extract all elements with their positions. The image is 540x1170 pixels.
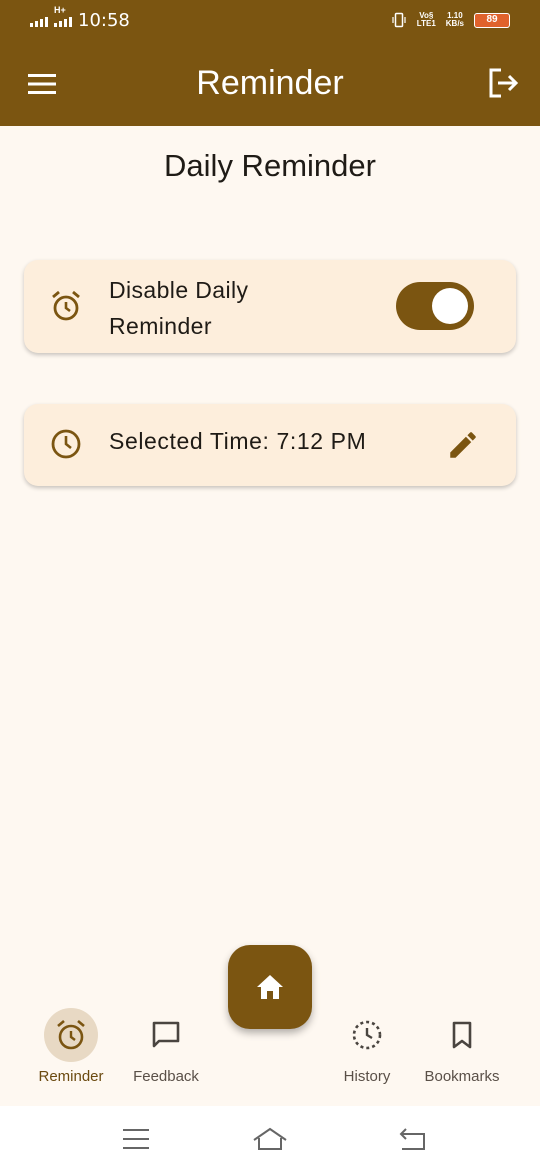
status-right: Vo§ LTE1 1.10 KB/s 89	[391, 12, 510, 28]
network-speed: 1.10 KB/s	[445, 11, 464, 28]
nav-item-feedback[interactable]: Feedback	[111, 1000, 221, 1085]
selected-time-card[interactable]: Selected Time: 7:12 PM	[24, 404, 516, 486]
vibrate-icon	[392, 12, 406, 28]
bookmark-icon	[452, 1021, 472, 1049]
alarm-icon	[57, 1020, 85, 1050]
logout-icon[interactable]	[486, 66, 520, 100]
signal-icon	[30, 15, 48, 27]
daily-reminder-card: Disable Daily Reminder	[24, 260, 516, 353]
toggle-knob	[432, 288, 468, 324]
chat-icon	[152, 1021, 180, 1048]
app-bar: Reminder	[0, 42, 540, 126]
nav-pill	[139, 1008, 193, 1062]
alarm-icon	[52, 290, 80, 321]
home-fab-button[interactable]	[228, 945, 312, 1029]
page-title: Daily Reminder	[164, 148, 376, 183]
nav-pill	[44, 1008, 98, 1062]
daily-reminder-label: Disable Daily Reminder	[109, 277, 249, 339]
nav-label: Bookmarks	[424, 1068, 500, 1085]
home-nav-icon[interactable]	[252, 1126, 288, 1152]
data-signal: H+	[54, 5, 72, 27]
nav-label: Reminder	[38, 1068, 104, 1085]
nav-item-history[interactable]: History	[312, 1000, 422, 1085]
nav-label: History	[343, 1068, 391, 1085]
back-icon[interactable]	[396, 1126, 428, 1152]
volte-indicator: Vo§ LTE1	[416, 11, 436, 28]
home-icon	[257, 975, 283, 999]
edit-icon[interactable]	[446, 428, 480, 462]
system-navigation-bar	[0, 1106, 540, 1170]
signal-icon-2	[54, 15, 72, 27]
recents-icon[interactable]	[120, 1126, 152, 1152]
nav-item-reminder[interactable]: Reminder	[16, 1000, 126, 1085]
daily-reminder-toggle[interactable]	[396, 282, 474, 330]
network-type: H+	[54, 4, 66, 15]
status-left: H+ 10:58	[30, 5, 130, 31]
nav-label: Feedback	[133, 1068, 199, 1085]
nav-item-bookmarks[interactable]: Bookmarks	[407, 1000, 517, 1085]
nav-pill	[340, 1008, 394, 1062]
selected-time-label: Selected Time: 7:12 PM	[109, 428, 367, 454]
app-title: Reminder	[196, 64, 344, 102]
clock-icon	[51, 429, 81, 459]
status-time: 10:58	[78, 10, 130, 31]
status-bar: H+ 10:58 Vo§ LTE1 1.10 KB/s 89	[0, 0, 540, 42]
history-icon	[352, 1020, 382, 1050]
battery-icon: 89	[474, 12, 510, 28]
nav-pill	[435, 1008, 489, 1062]
